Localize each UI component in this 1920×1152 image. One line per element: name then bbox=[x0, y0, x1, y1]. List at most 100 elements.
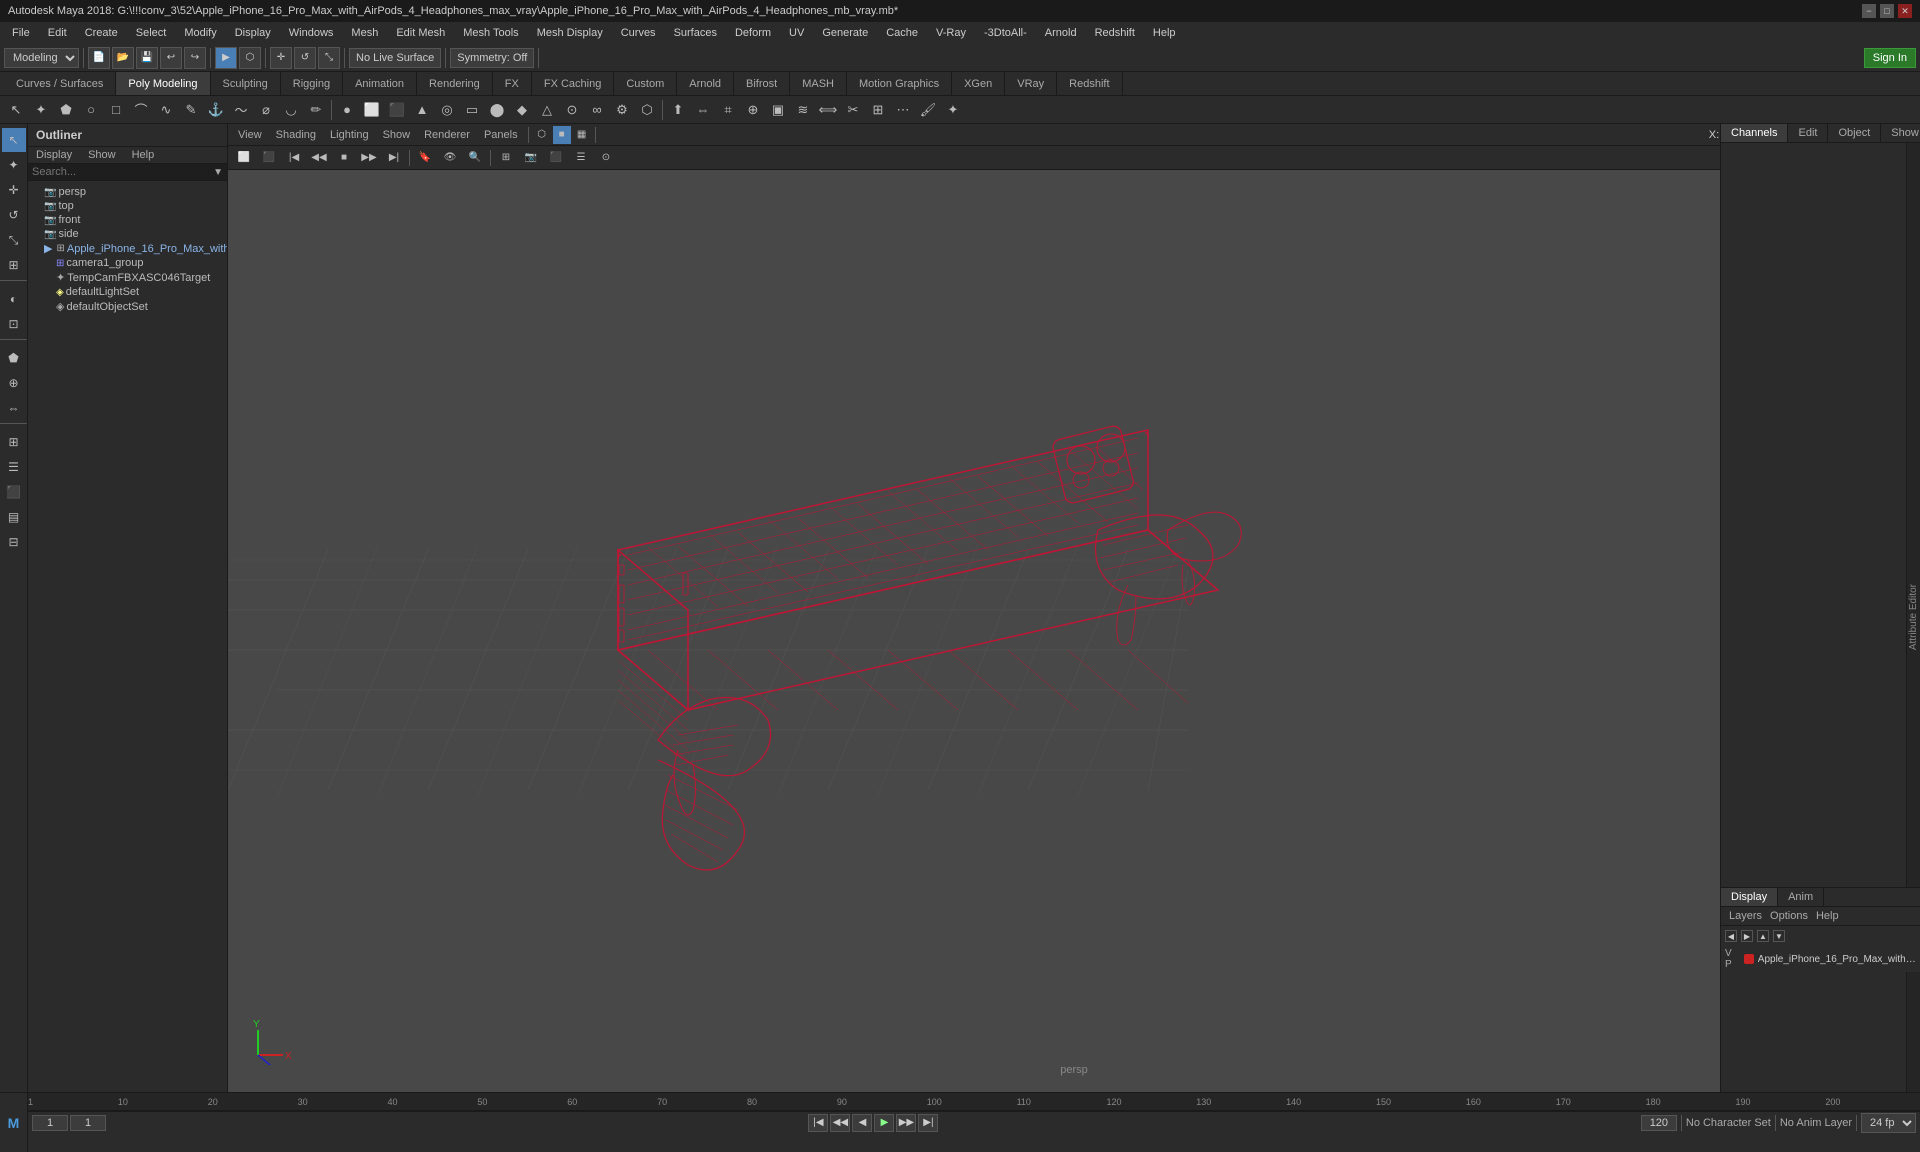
tab-motion-graphics[interactable]: Motion Graphics bbox=[847, 72, 952, 95]
transform-tool-btn[interactable]: ⊞ bbox=[2, 253, 26, 277]
menu-item-edit-mesh[interactable]: Edit Mesh bbox=[388, 25, 453, 41]
gear-icon[interactable]: ⚙ bbox=[610, 98, 634, 122]
close-button[interactable]: ✕ bbox=[1898, 4, 1912, 18]
tab-fx-caching[interactable]: FX Caching bbox=[532, 72, 614, 95]
cursor-tool[interactable]: ↖ bbox=[4, 98, 28, 122]
outliner-show-menu[interactable]: Show bbox=[80, 147, 124, 163]
maximize-button[interactable]: □ bbox=[1880, 4, 1894, 18]
menu-item--3dtoall-[interactable]: -3DtoAll- bbox=[976, 25, 1035, 41]
bevel-icon[interactable]: ⌗ bbox=[716, 98, 740, 122]
menu-item-arnold[interactable]: Arnold bbox=[1037, 25, 1085, 41]
menu-item-mesh-tools[interactable]: Mesh Tools bbox=[455, 25, 526, 41]
vp-solid-btn[interactable]: ■ bbox=[553, 126, 571, 144]
sphere-icon[interactable]: ● bbox=[335, 98, 359, 122]
soft-select-btn[interactable]: ◐ bbox=[2, 287, 26, 311]
cam-play-btn[interactable]: ▶▶ bbox=[357, 146, 381, 170]
frame-select-btn[interactable]: ⬛ bbox=[257, 146, 281, 170]
menu-item-select[interactable]: Select bbox=[128, 25, 175, 41]
camera-gate-btn[interactable]: 📷 bbox=[519, 146, 543, 170]
platonic-icon[interactable]: ⬡ bbox=[635, 98, 659, 122]
menu-item-redshift[interactable]: Redshift bbox=[1087, 25, 1143, 41]
paint-select-btn[interactable]: ✦ bbox=[2, 153, 26, 177]
cut-icon[interactable]: ✂ bbox=[841, 98, 865, 122]
menu-item-mesh-display[interactable]: Mesh Display bbox=[529, 25, 611, 41]
paint-tool[interactable]: ✦ bbox=[29, 98, 53, 122]
prism-icon[interactable]: ◆ bbox=[510, 98, 534, 122]
grid-btn[interactable]: ⊞ bbox=[494, 146, 518, 170]
tab-xgen[interactable]: XGen bbox=[952, 72, 1005, 95]
timeline-ruler[interactable]: 1102030405060708090100110120130140150160… bbox=[28, 1093, 1920, 1111]
skip-end-btn[interactable]: ▶| bbox=[918, 1114, 938, 1132]
circle-icon[interactable]: ○ bbox=[79, 98, 103, 122]
menu-item-mesh[interactable]: Mesh bbox=[343, 25, 386, 41]
disk-icon[interactable]: ⬤ bbox=[485, 98, 509, 122]
play-fwd-btn[interactable]: ▶▶ bbox=[896, 1114, 916, 1132]
tab-curves-/-surfaces[interactable]: Curves / Surfaces bbox=[4, 72, 116, 95]
tab-poly-modeling[interactable]: Poly Modeling bbox=[116, 72, 210, 95]
layers-btn[interactable]: Layers bbox=[1725, 909, 1766, 923]
menu-item-windows[interactable]: Windows bbox=[281, 25, 342, 41]
menu-item-modify[interactable]: Modify bbox=[176, 25, 224, 41]
redo-btn[interactable]: ↪ bbox=[184, 47, 206, 69]
move-tool-btn[interactable]: ✛ bbox=[2, 178, 26, 202]
workspace-select[interactable]: Modeling bbox=[4, 48, 79, 68]
channel-down-btn[interactable]: ▼ bbox=[1773, 930, 1785, 942]
outliner-search-input[interactable] bbox=[32, 166, 213, 178]
mirror-icon[interactable]: ⟺ bbox=[816, 98, 840, 122]
menu-item-surfaces[interactable]: Surfaces bbox=[666, 25, 725, 41]
paint2-icon[interactable]: 🖌 bbox=[916, 98, 940, 122]
tab-animation[interactable]: Animation bbox=[343, 72, 417, 95]
render-region-btn[interactable]: ⬛ bbox=[2, 480, 26, 504]
menu-item-deform[interactable]: Deform bbox=[727, 25, 779, 41]
tab-mash[interactable]: MASH bbox=[790, 72, 847, 95]
cylinder-icon[interactable]: ⬛ bbox=[385, 98, 409, 122]
sculpt-icon[interactable]: ✦ bbox=[941, 98, 965, 122]
helix2-icon[interactable]: ∞ bbox=[585, 98, 609, 122]
curve-icon[interactable]: ⌒ bbox=[129, 98, 153, 122]
anim-bottom-tab[interactable]: Anim bbox=[1778, 888, 1824, 906]
sign-in-button[interactable]: Sign In bbox=[1864, 48, 1916, 68]
outliner-item-side[interactable]: 📷 side bbox=[28, 227, 227, 241]
tab-sculpting[interactable]: Sculpting bbox=[211, 72, 281, 95]
bookmark-btn[interactable]: 🔖 bbox=[413, 146, 437, 170]
rect-icon[interactable]: □ bbox=[104, 98, 128, 122]
isolate-btn[interactable]: ⊙ bbox=[594, 146, 618, 170]
display-layout-btn[interactable]: ⊞ bbox=[2, 430, 26, 454]
bridge-poly-btn[interactable]: ⇔ bbox=[2, 396, 26, 420]
object-tab[interactable]: Object bbox=[1828, 124, 1881, 142]
step-back-btn[interactable]: ◀◀ bbox=[830, 1114, 850, 1132]
sketch-icon[interactable]: ✏ bbox=[304, 98, 328, 122]
scale-btn[interactable]: ⤡ bbox=[318, 47, 340, 69]
menu-item-create[interactable]: Create bbox=[77, 25, 126, 41]
fill-icon[interactable]: ▣ bbox=[766, 98, 790, 122]
cam-prev-btn[interactable]: ◀◀ bbox=[307, 146, 331, 170]
tab-arnold[interactable]: Arnold bbox=[677, 72, 734, 95]
options-btn[interactable]: Options bbox=[1766, 909, 1812, 923]
wave-icon[interactable]: 〜 bbox=[229, 98, 253, 122]
end-frame-input[interactable] bbox=[1641, 1115, 1677, 1131]
pipe-icon[interactable]: ⊙ bbox=[560, 98, 584, 122]
timeline-layout-btn[interactable]: ▤ bbox=[2, 505, 26, 529]
channels-tab[interactable]: Channels bbox=[1721, 124, 1788, 142]
skip-start-btn[interactable]: |◀ bbox=[808, 1114, 828, 1132]
outliner-item-camera-group[interactable]: ⊞ camera1_group bbox=[28, 256, 227, 270]
cam-stop-btn[interactable]: ■ bbox=[332, 146, 356, 170]
snap-btn[interactable]: ⊡ bbox=[2, 312, 26, 336]
play-btn[interactable]: ▶ bbox=[874, 1114, 894, 1132]
append-poly-btn[interactable]: ⊕ bbox=[2, 371, 26, 395]
merge-icon[interactable]: ⊕ bbox=[741, 98, 765, 122]
helix-icon[interactable]: ⌀ bbox=[254, 98, 278, 122]
cone-icon[interactable]: ▲ bbox=[410, 98, 434, 122]
extrude-icon[interactable]: ⬆ bbox=[666, 98, 690, 122]
menu-item-cache[interactable]: Cache bbox=[878, 25, 926, 41]
menu-item-curves[interactable]: Curves bbox=[613, 25, 664, 41]
outliner-item-iphone[interactable]: ▶ ⊞ Apple_iPhone_16_Pro_Max_with_AirP bbox=[28, 241, 227, 256]
minimize-button[interactable]: − bbox=[1862, 4, 1876, 18]
append-icon[interactable]: ⊞ bbox=[866, 98, 890, 122]
outliner-item-tempcam[interactable]: ✦ TempCamFBXASC046Target bbox=[28, 270, 227, 285]
zoom-btn[interactable]: 🔍 bbox=[463, 146, 487, 170]
display-bottom-tab[interactable]: Display bbox=[1721, 888, 1778, 906]
pen-icon[interactable]: ✎ bbox=[179, 98, 203, 122]
fps-select[interactable]: 24 fps bbox=[1861, 1113, 1916, 1133]
outliner-item-top[interactable]: 📷 top bbox=[28, 199, 227, 213]
